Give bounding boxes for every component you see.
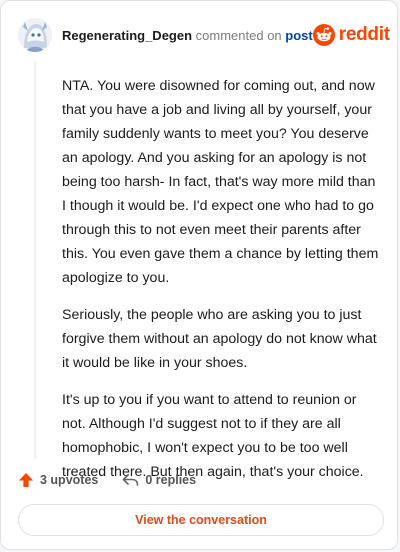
- reply-count: 0 replies: [145, 473, 197, 487]
- comment-paragraph: Seriously, the people who are asking you…: [62, 307, 377, 371]
- action-text: commented on: [195, 27, 282, 43]
- replies-button[interactable]: 0 replies: [122, 473, 196, 487]
- username-link[interactable]: Regenerating_Degen: [62, 28, 192, 43]
- comment-body: NTA. You were disowned for coming out, a…: [62, 74, 380, 497]
- upvote-arrow-icon: [19, 473, 33, 487]
- reddit-brand[interactable]: reddit: [312, 24, 390, 46]
- avatar[interactable]: [18, 18, 52, 52]
- reddit-wordmark: reddit: [338, 24, 390, 45]
- reddit-snoo-icon: [312, 24, 335, 46]
- comment-header: Regenerating_Degen commented on post red…: [18, 16, 390, 54]
- upvote-count: 3 upvotes: [40, 473, 99, 487]
- comment-paragraph: NTA. You were disowned for coming out, a…: [62, 78, 379, 286]
- upvote-button[interactable]: 3 upvotes: [18, 472, 98, 488]
- reply-arrow-icon: [123, 474, 139, 486]
- comment-attribution: Regenerating_Degen commented on post: [62, 28, 313, 43]
- comment-embed-card: Regenerating_Degen commented on post red…: [0, 0, 398, 550]
- post-link[interactable]: post: [285, 28, 312, 43]
- view-conversation-button[interactable]: View the conversation: [18, 504, 384, 536]
- comment-actions: 3 upvotes 0 replies: [18, 469, 196, 491]
- anime-avatar-icon: [18, 18, 52, 52]
- thread-line: [34, 61, 36, 459]
